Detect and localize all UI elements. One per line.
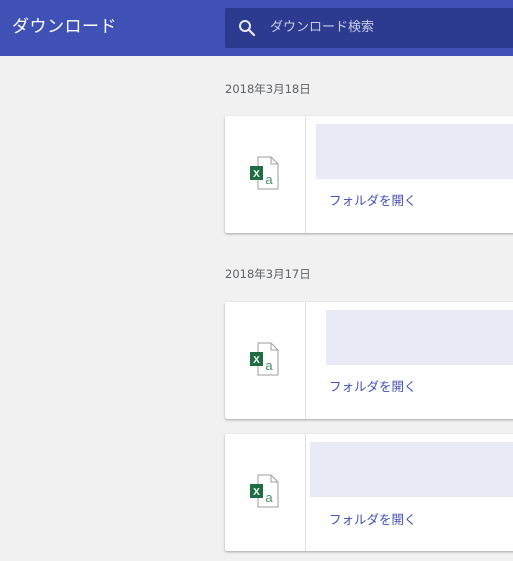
file-icon-area: X a — [225, 302, 306, 419]
file-name-placeholder — [316, 124, 513, 179]
open-folder-link[interactable]: フォルダを開く — [329, 192, 417, 210]
file-icon-area: X a — [225, 116, 306, 233]
date-heading: 2018年3月18日 — [225, 82, 311, 96]
file-icon-area: X a — [225, 434, 306, 551]
download-item: X a フォルダを開く — [225, 434, 513, 551]
svg-text:X: X — [253, 487, 260, 498]
svg-text:X: X — [253, 355, 260, 366]
download-item: X a フォルダを開く — [225, 302, 513, 419]
search-icon — [239, 20, 256, 37]
date-heading: 2018年3月17日 — [225, 267, 311, 281]
excel-file-icon: X a — [250, 342, 279, 376]
excel-file-icon: X a — [250, 474, 279, 508]
download-item: X a フォルダを開く — [225, 116, 513, 233]
file-name-placeholder — [326, 310, 513, 365]
svg-text:X: X — [253, 169, 260, 180]
file-name-placeholder — [310, 442, 513, 497]
search-input[interactable]: ダウンロード検索 — [225, 8, 513, 48]
svg-text:a: a — [265, 358, 273, 373]
svg-text:a: a — [265, 172, 273, 187]
app-header: ダウンロード ダウンロード検索 — [0, 0, 513, 56]
excel-file-icon: X a — [250, 156, 279, 190]
page-title: ダウンロード — [12, 17, 117, 37]
search-placeholder: ダウンロード検索 — [270, 20, 375, 35]
svg-text:a: a — [265, 490, 273, 505]
open-folder-link[interactable]: フォルダを開く — [329, 378, 417, 396]
open-folder-link[interactable]: フォルダを開く — [329, 511, 417, 529]
